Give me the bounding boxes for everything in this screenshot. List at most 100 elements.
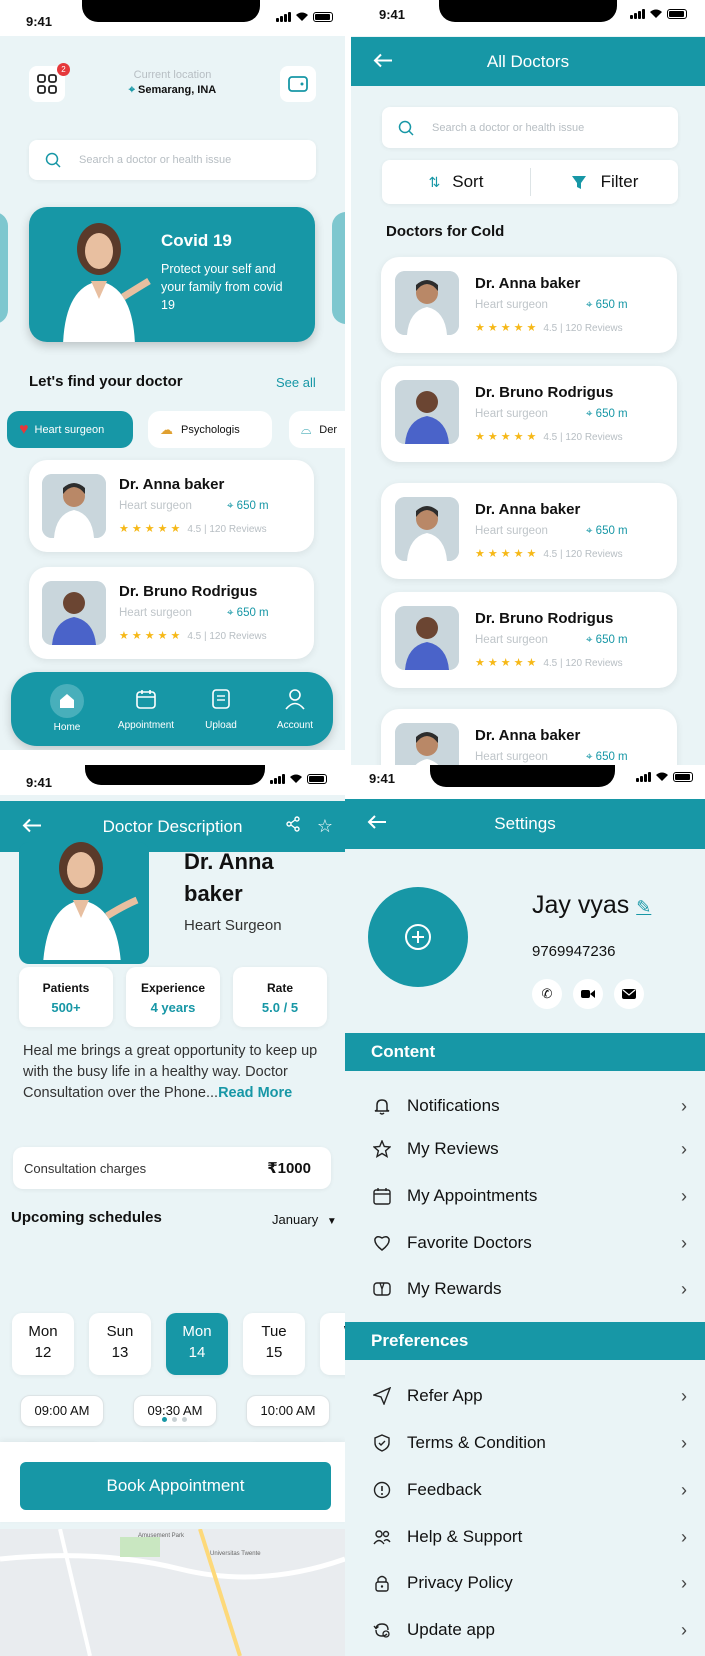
- time-slot[interactable]: 09:00 AM: [20, 1395, 104, 1427]
- filter-label: Filter: [600, 172, 639, 191]
- phone-icon[interactable]: ✆: [532, 979, 562, 1009]
- doctor-specialty: Heart surgeon: [475, 634, 548, 646]
- update-app-icon: [371, 1621, 393, 1639]
- chevron-right-icon: ›: [681, 1138, 687, 1159]
- settings-item-update-app[interactable]: Update app ›: [345, 1607, 705, 1653]
- mail-icon[interactable]: [614, 979, 644, 1009]
- settings-item-label: My Reviews: [407, 1139, 499, 1158]
- star-icon[interactable]: ☆: [317, 801, 333, 852]
- user-icon: [285, 689, 305, 710]
- chevron-right-icon: ›: [681, 1232, 687, 1253]
- banner-next-peek[interactable]: [332, 212, 345, 324]
- avatar-upload[interactable]: [368, 887, 468, 987]
- settings-item-refer-app[interactable]: Refer App ›: [345, 1373, 705, 1419]
- doctor-card[interactable]: Dr. Anna bakerHeart surgeon⌖ 650 m★★★★★4…: [381, 257, 677, 353]
- nav-appointment[interactable]: Appointment: [101, 688, 191, 731]
- map-view[interactable]: Amusement Park Universitas Twente: [0, 1529, 345, 1656]
- day-option[interactable]: Sun 13: [89, 1313, 151, 1375]
- time-slot[interactable]: 10:00 AM: [246, 1395, 330, 1427]
- menu-grid-button[interactable]: 2: [29, 63, 70, 102]
- settings-item-my-rewards[interactable]: My Rewards ›: [345, 1266, 705, 1312]
- edit-icon[interactable]: ✎: [636, 897, 651, 917]
- settings-item-favorite-doctors[interactable]: Favorite Doctors ›: [345, 1220, 705, 1266]
- settings-item-notifications[interactable]: Notifications ›: [345, 1083, 705, 1129]
- day-date: 12: [34, 1344, 52, 1361]
- day-option[interactable]: Tue 15: [243, 1313, 305, 1375]
- filter-icon: [571, 176, 586, 189]
- chevron-right-icon: ›: [681, 1572, 687, 1593]
- doctor-name: Dr. Anna baker: [119, 476, 225, 493]
- settings-item-terms-condition[interactable]: Terms & Condition ›: [345, 1420, 705, 1466]
- settings-item-label: My Appointments: [407, 1186, 538, 1205]
- nav-upload[interactable]: Upload: [186, 688, 256, 731]
- settings-item-help-support[interactable]: Help & Support ›: [345, 1514, 705, 1560]
- month-select[interactable]: January ▼: [272, 1212, 337, 1227]
- nav-account[interactable]: Account: [260, 688, 330, 731]
- settings-item-privacy-policy[interactable]: Privacy Policy ›: [345, 1560, 705, 1606]
- search-placeholder: Search a doctor or health issue: [432, 121, 585, 134]
- chevron-right-icon: ›: [681, 1526, 687, 1547]
- covid-banner[interactable]: Covid 19 Protect your self and your fami…: [29, 207, 315, 342]
- nav-label: Appointment: [117, 720, 175, 731]
- about-text: Heal me brings a great opportunity to ke…: [23, 1043, 318, 1101]
- doctor-card[interactable]: Dr. Bruno Rodrigus Heart surgeon ⌖ 650 m…: [29, 567, 314, 659]
- see-all-link[interactable]: See all: [276, 375, 316, 390]
- chevron-right-icon: ›: [681, 1479, 687, 1500]
- status-time: 9:41: [26, 14, 53, 29]
- my-appointments-icon: [371, 1187, 393, 1205]
- doctor-distance: ⌖ 650 m: [586, 408, 628, 420]
- back-arrow-icon[interactable]: [367, 799, 387, 849]
- day-option[interactable]: Mon 12: [12, 1313, 74, 1375]
- doctor-photo: [395, 606, 459, 670]
- banner-prev-peek[interactable]: [0, 212, 8, 324]
- filter-button[interactable]: Filter: [531, 160, 678, 204]
- back-arrow-icon[interactable]: [373, 37, 393, 86]
- doctor-card[interactable]: Dr. Bruno Rodrigus Heart surgeon ⌖ 650 m ★★…: [381, 592, 677, 688]
- status-icons: [630, 9, 687, 19]
- video-icon[interactable]: [573, 979, 603, 1009]
- calendar-icon: [136, 690, 156, 709]
- doctor-name: Dr. Anna baker: [475, 501, 581, 518]
- settings-item-feedback[interactable]: Feedback ›: [345, 1467, 705, 1513]
- heart-icon: ♥: [19, 420, 29, 438]
- chip-psychologist[interactable]: ☁ Psychologis: [148, 411, 272, 448]
- day-selected[interactable]: Mon 14: [166, 1313, 228, 1375]
- book-appointment-button[interactable]: Book Appointment: [20, 1462, 331, 1510]
- doctor-photo: [395, 380, 459, 444]
- day-option[interactable]: W: [320, 1313, 345, 1375]
- time-slot[interactable]: 09:30 AM: [133, 1395, 217, 1427]
- doctor-distance: ⌖ 650 m: [227, 500, 269, 512]
- doctor-card[interactable]: Dr. Anna baker Heart surgeon ⌖ 650 m ★★★…: [29, 460, 314, 552]
- doctor-specialty: Heart Surgeon: [184, 917, 282, 934]
- sort-label: Sort: [452, 172, 484, 191]
- doctor-card[interactable]: Dr. Anna bakerHeart surgeon⌖ 650 m★★★★★4…: [381, 709, 677, 765]
- chip-heart-surgeon[interactable]: ♥ Heart surgeon: [7, 411, 133, 448]
- day-name: Tue: [261, 1323, 287, 1340]
- settings-item-my-reviews[interactable]: My Reviews ›: [345, 1126, 705, 1172]
- doctor-illustration: [63, 223, 151, 342]
- doctor-card[interactable]: Dr. Anna bakerHeart surgeon⌖ 650 m★★★★★4…: [381, 483, 677, 579]
- location-block[interactable]: Current location ⌖ Semarang, INA: [100, 69, 245, 97]
- doctor-specialty: Heart surgeon: [475, 299, 548, 311]
- settings-item-my-appointments[interactable]: My Appointments ›: [345, 1173, 705, 1219]
- doctor-card[interactable]: Dr. Bruno Rodrigus Heart surgeon ⌖ 650 m ★★…: [381, 366, 677, 462]
- read-more-link[interactable]: Read More: [218, 1085, 292, 1101]
- chevron-right-icon: ›: [681, 1278, 687, 1299]
- search-icon: [45, 152, 61, 168]
- doctor-distance: ⌖ 650 m: [227, 607, 269, 619]
- rating-stars: ★★★★★ 4.5 | 120 Reviews: [119, 523, 267, 535]
- status-icons: [276, 12, 333, 22]
- settings-item-label: Help & Support: [407, 1527, 523, 1546]
- search-bar[interactable]: Search a doctor or health issue: [382, 107, 678, 148]
- tooth-icon: ⌓: [301, 421, 312, 437]
- search-bar[interactable]: Search a doctor or health issue: [29, 140, 316, 180]
- doctor-distance: ⌖ 650 m: [586, 634, 628, 646]
- sort-button[interactable]: ⇅ Sort: [382, 160, 530, 204]
- wallet-button[interactable]: [280, 66, 316, 102]
- nav-home[interactable]: Home: [37, 684, 97, 733]
- day-name: Sun: [106, 1323, 134, 1340]
- chip-dentist[interactable]: ⌓ Der: [289, 411, 345, 448]
- notch: [439, 0, 617, 22]
- share-icon[interactable]: [285, 801, 301, 852]
- location-label: Current location: [133, 69, 212, 81]
